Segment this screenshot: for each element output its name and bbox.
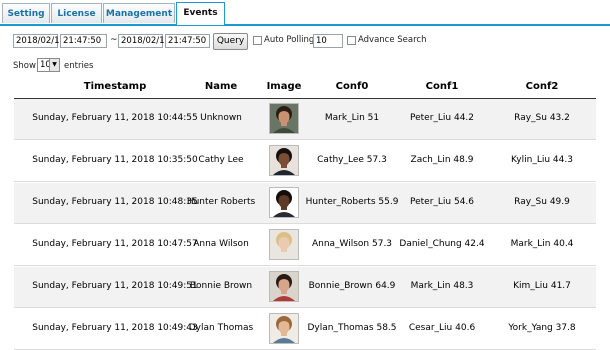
- conf1-cell: Zach_Lin 48.9: [410, 155, 474, 165]
- range-separator: ~: [110, 35, 118, 45]
- end-time-input[interactable]: 21:47:50: [165, 34, 210, 48]
- name-cell: Anna Wilson: [193, 239, 249, 249]
- conf2-cell: Ray_Su 43.2: [514, 113, 570, 123]
- table-row[interactable]: Sunday, February 11, 2018 10:47:57 Anna W…: [14, 225, 596, 266]
- tab-management[interactable]: Management: [103, 3, 175, 23]
- show-label: Show: [13, 61, 36, 71]
- column-header-conf2[interactable]: Conf2: [526, 81, 559, 92]
- tab-events[interactable]: Events: [176, 2, 225, 25]
- timestamp-cell: Sunday, February 11, 2018 10:49:51: [32, 281, 198, 291]
- name-cell: Unknown: [200, 113, 242, 123]
- timestamp-cell: Sunday, February 11, 2018 10:44:55: [32, 113, 198, 123]
- entries-select[interactable]: 10 ▼: [37, 58, 60, 72]
- face-photo: [269, 313, 299, 344]
- column-header-name[interactable]: Name: [205, 81, 237, 92]
- timestamp-cell: Sunday, February 11, 2018 10:49:43: [32, 323, 198, 333]
- auto-polling-label: Auto Polling: [264, 35, 315, 45]
- tab-license[interactable]: License: [51, 3, 102, 23]
- tab-setting[interactable]: Setting: [2, 3, 50, 23]
- table-header: Timestamp Name Image Conf0 Conf1 Conf2: [14, 78, 596, 99]
- timestamp-cell: Sunday, February 11, 2018 10:35:50: [32, 155, 198, 165]
- chevron-down-icon[interactable]: ▼: [49, 59, 59, 71]
- face-photo: [269, 103, 299, 134]
- tab-bar: Setting License Management Events: [0, 0, 610, 26]
- face-photo: [269, 145, 299, 176]
- timestamp-cell: Sunday, February 11, 2018 10:48:35: [32, 197, 198, 207]
- face-photo: [269, 271, 299, 302]
- timestamp-cell: Sunday, February 11, 2018 10:47:57: [32, 239, 198, 249]
- conf0-cell: Bonnie_Brown 64.9: [308, 281, 396, 291]
- conf0-cell: Mark_Lin 51: [324, 113, 380, 123]
- conf2-cell: York_Yang 37.8: [508, 323, 576, 333]
- query-button[interactable]: Query: [213, 33, 248, 50]
- conf0-cell: Cathy_Lee 57.3: [317, 155, 387, 165]
- conf1-cell: Cesar_Liu 40.6: [408, 323, 476, 333]
- conf1-cell: Mark_Lin 48.3: [410, 281, 474, 291]
- auto-polling-checkbox[interactable]: [253, 36, 262, 45]
- start-date-input[interactable]: 2018/02/10: [13, 34, 65, 48]
- face-photo: [269, 229, 299, 260]
- face-photo: [269, 187, 299, 218]
- conf0-cell: Hunter_Roberts 55.9: [305, 197, 399, 207]
- advance-search-checkbox[interactable]: [347, 36, 356, 45]
- name-cell: Cathy Lee: [198, 155, 244, 165]
- conf1-cell: Peter_Liu 44.2: [409, 113, 475, 123]
- conf1-cell: Peter_Liu 54.6: [409, 197, 475, 207]
- table-row[interactable]: Sunday, February 11, 2018 10:49:43 Dylan …: [14, 309, 596, 350]
- conf2-cell: Mark_Lin 40.4: [510, 239, 574, 249]
- column-header-timestamp[interactable]: Timestamp: [84, 81, 147, 92]
- table-row[interactable]: Sunday, February 11, 2018 10:44:55 Unknow…: [14, 99, 596, 140]
- conf0-cell: Dylan_Thomas 58.5: [307, 323, 397, 333]
- end-date-input[interactable]: 2018/02/11: [118, 34, 170, 48]
- column-header-conf0[interactable]: Conf0: [336, 81, 369, 92]
- table-row[interactable]: Sunday, February 11, 2018 10:49:51 Bonnie…: [14, 267, 596, 308]
- conf1-cell: Daniel_Chung 42.4: [399, 239, 485, 249]
- advance-search-label: Advance Search: [358, 35, 427, 45]
- name-cell: Bonnie Brown: [189, 281, 253, 291]
- table-row[interactable]: Sunday, February 11, 2018 10:48:35 Hunter…: [14, 183, 596, 224]
- conf2-cell: Kylin_Liu 44.3: [511, 155, 573, 165]
- conf2-cell: Ray_Su 49.9: [514, 197, 570, 207]
- start-time-input[interactable]: 21:47:50: [60, 34, 107, 48]
- column-header-conf1[interactable]: Conf1: [426, 81, 459, 92]
- table-row[interactable]: Sunday, February 11, 2018 10:35:50 Cathy …: [14, 141, 596, 182]
- entries-label: entries: [64, 61, 94, 71]
- conf0-cell: Anna_Wilson 57.3: [311, 239, 393, 249]
- name-cell: Dylan Thomas: [188, 323, 254, 333]
- column-header-image[interactable]: Image: [267, 81, 302, 92]
- name-cell: Hunter Roberts: [186, 197, 256, 207]
- conf2-cell: Kim_Liu 41.7: [513, 281, 571, 291]
- auto-polling-interval-input[interactable]: 10: [313, 34, 343, 48]
